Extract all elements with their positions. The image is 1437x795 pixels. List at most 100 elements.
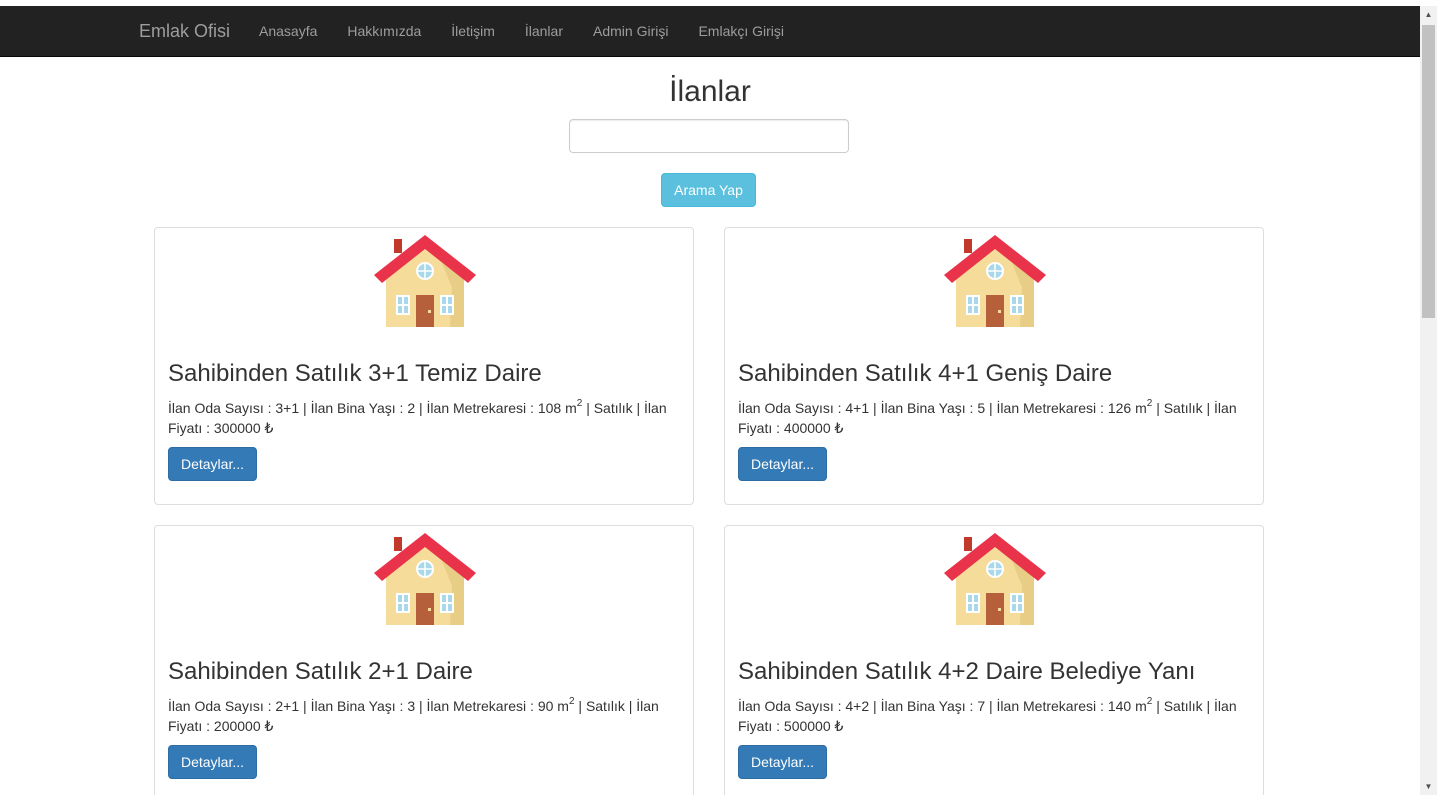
price-value: 400000: [783, 420, 831, 436]
price-label: Fiyatı :: [738, 718, 781, 734]
listing-type: Satılık: [1163, 698, 1203, 714]
rooms-value: 3+1: [275, 400, 300, 416]
area-unit: m: [1135, 400, 1147, 416]
rooms-value: 4+2: [845, 698, 870, 714]
price-prefix: İlan: [1214, 400, 1237, 416]
area-label: İlan Metrekaresi :: [426, 698, 534, 714]
page-title: İlanlar: [669, 75, 751, 108]
area-unit-sup: 2: [576, 398, 583, 410]
nav-item-ilanlar[interactable]: İlanlar: [510, 6, 578, 56]
age-value: 5: [977, 400, 986, 416]
area-value: 90: [537, 698, 554, 714]
area-unit: m: [1135, 698, 1147, 714]
nav-item-emlakci-girisi[interactable]: Emlakçı Girişi: [683, 6, 799, 56]
scroll-down-arrow-icon[interactable]: ▼: [1420, 778, 1437, 795]
nav-item-anasayfa[interactable]: Anasayfa: [244, 6, 332, 56]
door: [416, 593, 434, 625]
listing-info: İlan Oda Sayısı : 4+1 | İlan Bina Yaşı :…: [738, 398, 1258, 438]
separator: |: [1156, 400, 1160, 416]
house-icon: [374, 235, 476, 327]
rooms-label: İlan Oda Sayısı :: [738, 698, 842, 714]
price-prefix: İlan: [1214, 698, 1237, 714]
house-icon: [374, 533, 476, 625]
separator: |: [873, 698, 877, 714]
separator: |: [1206, 400, 1211, 416]
listing-title: Sahibinden Satılık 2+1 Daire: [168, 658, 473, 685]
nav-item-hakkimizda[interactable]: Hakkımızda: [332, 6, 436, 56]
price-prefix: İlan: [636, 698, 659, 714]
listing-card: Sahibinden Satılık 3+1 Temiz Daire İlan …: [154, 227, 694, 505]
listing-card: Sahibinden Satılık 4+2 Daire Belediye Ya…: [724, 525, 1264, 795]
currency-symbol: ₺: [264, 420, 274, 436]
details-button[interactable]: Detaylar...: [168, 745, 257, 779]
rooms-value: 4+1: [845, 400, 870, 416]
area-unit-sup: 2: [1146, 696, 1153, 708]
brand-link[interactable]: Emlak Ofisi: [139, 20, 230, 42]
separator: |: [1206, 698, 1211, 714]
search-button[interactable]: Arama Yap: [661, 173, 756, 207]
vertical-scrollbar[interactable]: ▲ ▼: [1420, 6, 1437, 795]
age-label: İlan Bina Yaşı :: [310, 698, 404, 714]
area-value: 108: [537, 400, 562, 416]
listing-info: İlan Oda Sayısı : 3+1 | İlan Bina Yaşı :…: [168, 398, 688, 438]
area-unit: m: [557, 698, 569, 714]
nav-item-admin-girisi[interactable]: Admin Girişi: [578, 6, 683, 56]
area-value: 126: [1107, 400, 1132, 416]
listing-title: Sahibinden Satılık 3+1 Temiz Daire: [168, 360, 542, 387]
listing-card: Sahibinden Satılık 4+1 Geniş Daire İlan …: [724, 227, 1264, 505]
listing-title: Sahibinden Satılık 4+2 Daire Belediye Ya…: [738, 658, 1196, 685]
currency-symbol: ₺: [834, 420, 844, 436]
area-unit: m: [565, 400, 577, 416]
age-label: İlan Bina Yaşı :: [310, 400, 404, 416]
currency-symbol: ₺: [834, 718, 844, 734]
scroll-thumb[interactable]: [1422, 25, 1435, 318]
house-icon: [944, 235, 1046, 327]
listing-title: Sahibinden Satılık 4+1 Geniş Daire: [738, 360, 1113, 387]
price-label: Fiyatı :: [168, 420, 211, 436]
currency-symbol: ₺: [264, 718, 274, 734]
scroll-up-arrow-icon[interactable]: ▲: [1420, 6, 1437, 23]
chimney: [394, 537, 402, 551]
age-value: 7: [977, 698, 986, 714]
separator: |: [989, 698, 993, 714]
details-button[interactable]: Detaylar...: [738, 447, 827, 481]
price-value: 300000: [213, 420, 261, 436]
door: [986, 593, 1004, 625]
price-value: 200000: [213, 718, 261, 734]
area-label: İlan Metrekaresi :: [996, 400, 1104, 416]
price-prefix: İlan: [644, 400, 667, 416]
door: [416, 295, 434, 327]
separator: |: [419, 400, 423, 416]
separator: |: [578, 698, 583, 714]
chimney: [964, 239, 972, 253]
door: [986, 295, 1004, 327]
nav-item-iletisim[interactable]: İletişim: [436, 6, 510, 56]
chimney: [394, 239, 402, 253]
price-value: 500000: [783, 718, 831, 734]
separator: |: [1156, 698, 1160, 714]
navbar: Emlak Ofisi Anasayfa Hakkımızda İletişim…: [0, 6, 1420, 57]
age-label: İlan Bina Yaşı :: [880, 698, 974, 714]
area-label: İlan Metrekaresi :: [426, 400, 534, 416]
rooms-label: İlan Oda Sayısı :: [168, 400, 272, 416]
chimney: [964, 537, 972, 551]
area-unit-sup: 2: [1146, 398, 1153, 410]
rooms-value: 2+1: [275, 698, 300, 714]
area-label: İlan Metrekaresi :: [996, 698, 1104, 714]
price-label: Fiyatı :: [738, 420, 781, 436]
area-value: 140: [1107, 698, 1132, 714]
search-input[interactable]: [569, 119, 849, 153]
separator: |: [628, 698, 633, 714]
area-unit-sup: 2: [568, 696, 575, 708]
separator: |: [989, 400, 993, 416]
details-button[interactable]: Detaylar...: [738, 745, 827, 779]
separator: |: [873, 400, 877, 416]
age-value: 2: [407, 400, 416, 416]
listing-type: Satılık: [585, 698, 625, 714]
price-label: Fiyatı :: [168, 718, 211, 734]
details-button[interactable]: Detaylar...: [168, 447, 257, 481]
rooms-label: İlan Oda Sayısı :: [738, 400, 842, 416]
separator: |: [419, 698, 423, 714]
age-label: İlan Bina Yaşı :: [880, 400, 974, 416]
separator: |: [636, 400, 641, 416]
